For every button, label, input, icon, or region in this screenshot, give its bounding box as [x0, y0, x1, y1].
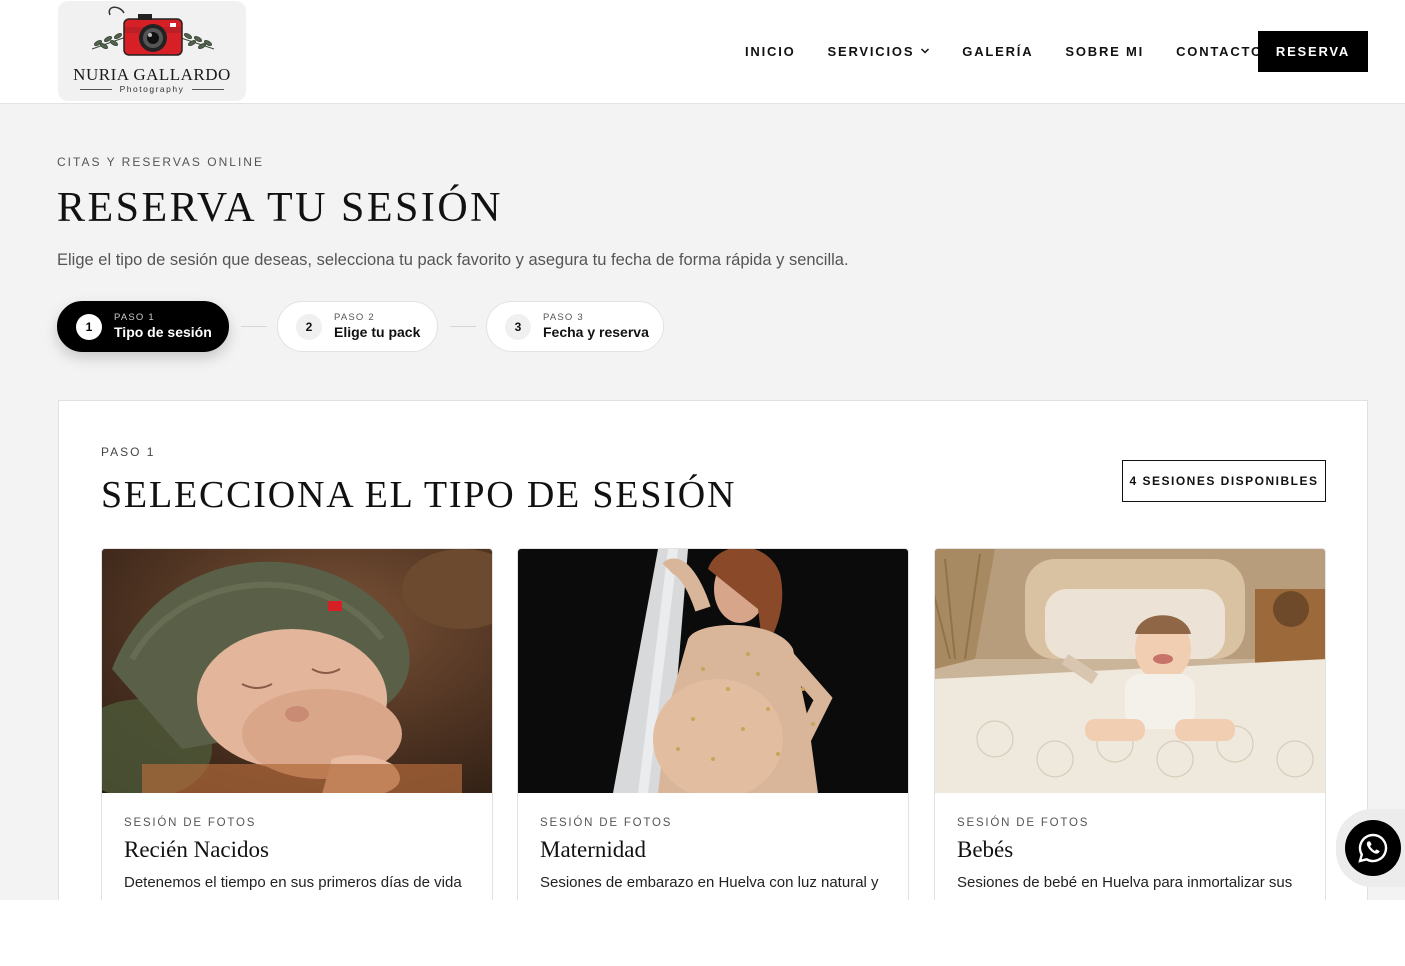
card-eyebrow: SESIÓN DE FOTOS	[957, 817, 1090, 829]
panel-title: SELECCIONA EL TIPO DE SESIÓN	[101, 474, 737, 516]
nav-galeria[interactable]: GALERÍA	[962, 44, 1033, 59]
step-number: 1	[76, 313, 102, 340]
nav-servicios[interactable]: SERVICIOS	[828, 44, 931, 59]
card-eyebrow: SESIÓN DE FOTOS	[540, 817, 673, 829]
nav-inicio[interactable]: INICIO	[745, 44, 796, 59]
whatsapp-button[interactable]	[1345, 820, 1401, 876]
logo[interactable]: NURIA GALLARDO Photography	[58, 1, 246, 101]
panel-eyebrow: PASO 1	[101, 445, 156, 459]
chevron-down-icon	[921, 48, 930, 54]
card-image	[935, 549, 1325, 793]
camera-icon	[91, 6, 215, 56]
hero-eyebrow: CITAS Y RESERVAS ONLINE	[57, 155, 264, 169]
card-title: Maternidad	[540, 837, 647, 862]
nav-label: GALERÍA	[962, 43, 1034, 59]
page-title: RESERVA TU SESIÓN	[57, 185, 504, 231]
step-number: 2	[296, 313, 322, 340]
logo-name: NURIA GALLARDO	[73, 65, 231, 84]
card-title: Bebés	[957, 837, 1014, 862]
card-eyebrow: SESIÓN DE FOTOS	[124, 817, 257, 829]
card-description: Sesiones de bebé en Huelva para inmortal…	[957, 874, 1293, 891]
step-divider	[450, 326, 476, 327]
card-title: Recién Nacidos	[124, 837, 269, 862]
step-eyebrow: PASO 2	[334, 312, 375, 323]
card-description: Sesiones de embarazo en Huelva con luz n…	[540, 874, 879, 891]
step-label: Elige tu pack	[334, 324, 421, 340]
step-number: 3	[505, 313, 531, 340]
session-card-bebes[interactable]: SESIÓN DE FOTOS Bebés Sesiones de bebé e…	[934, 548, 1326, 948]
step-eyebrow: PASO 3	[543, 312, 584, 323]
logo-divider	[192, 89, 224, 90]
step-3[interactable]: 3 PASO 3 Fecha y reserva	[486, 301, 664, 352]
nav-label: CONTACTO	[1176, 43, 1263, 59]
page-bottom	[0, 900, 1405, 966]
step-label: Fecha y reserva	[543, 324, 649, 340]
card-image	[102, 549, 492, 793]
session-card-recien-nacidos[interactable]: SESIÓN DE FOTOS Recién Nacidos Detenemos…	[101, 548, 493, 948]
nav-label: SERVICIOS	[827, 43, 915, 59]
nav-label: INICIO	[745, 43, 796, 59]
step-2[interactable]: 2 PASO 2 Elige tu pack	[277, 301, 438, 352]
nav-sobre-mi[interactable]: SOBRE MI	[1065, 44, 1144, 59]
step-1[interactable]: 1 PASO 1 Tipo de sesión	[57, 301, 229, 352]
card-image	[518, 549, 908, 793]
step-divider	[241, 326, 267, 327]
nav-label: SOBRE MI	[1065, 43, 1145, 59]
session-card-maternidad[interactable]: SESIÓN DE FOTOS Maternidad Sesiones de e…	[517, 548, 909, 948]
main-nav: INICIO SERVICIOS GALERÍA SOBRE MI CONTAC…	[745, 30, 1295, 72]
step-eyebrow: PASO 1	[114, 312, 155, 323]
sessions-available-badge: 4 SESIONES DISPONIBLES	[1122, 460, 1326, 502]
card-description: Detenemos el tiempo en sus primeros días…	[124, 874, 462, 891]
nav-contacto[interactable]: CONTACTO	[1176, 44, 1263, 59]
site-header: NURIA GALLARDO Photography INICIO SERVIC…	[0, 0, 1405, 104]
hero-subtitle: Elige el tipo de sesión que deseas, sele…	[57, 251, 849, 269]
session-panel: PASO 1 SELECCIONA EL TIPO DE SESIÓN 4 SE…	[58, 400, 1368, 948]
whatsapp-icon	[1358, 833, 1388, 863]
step-label: Tipo de sesión	[114, 324, 212, 340]
reserva-button[interactable]: RESERVA	[1258, 31, 1368, 72]
